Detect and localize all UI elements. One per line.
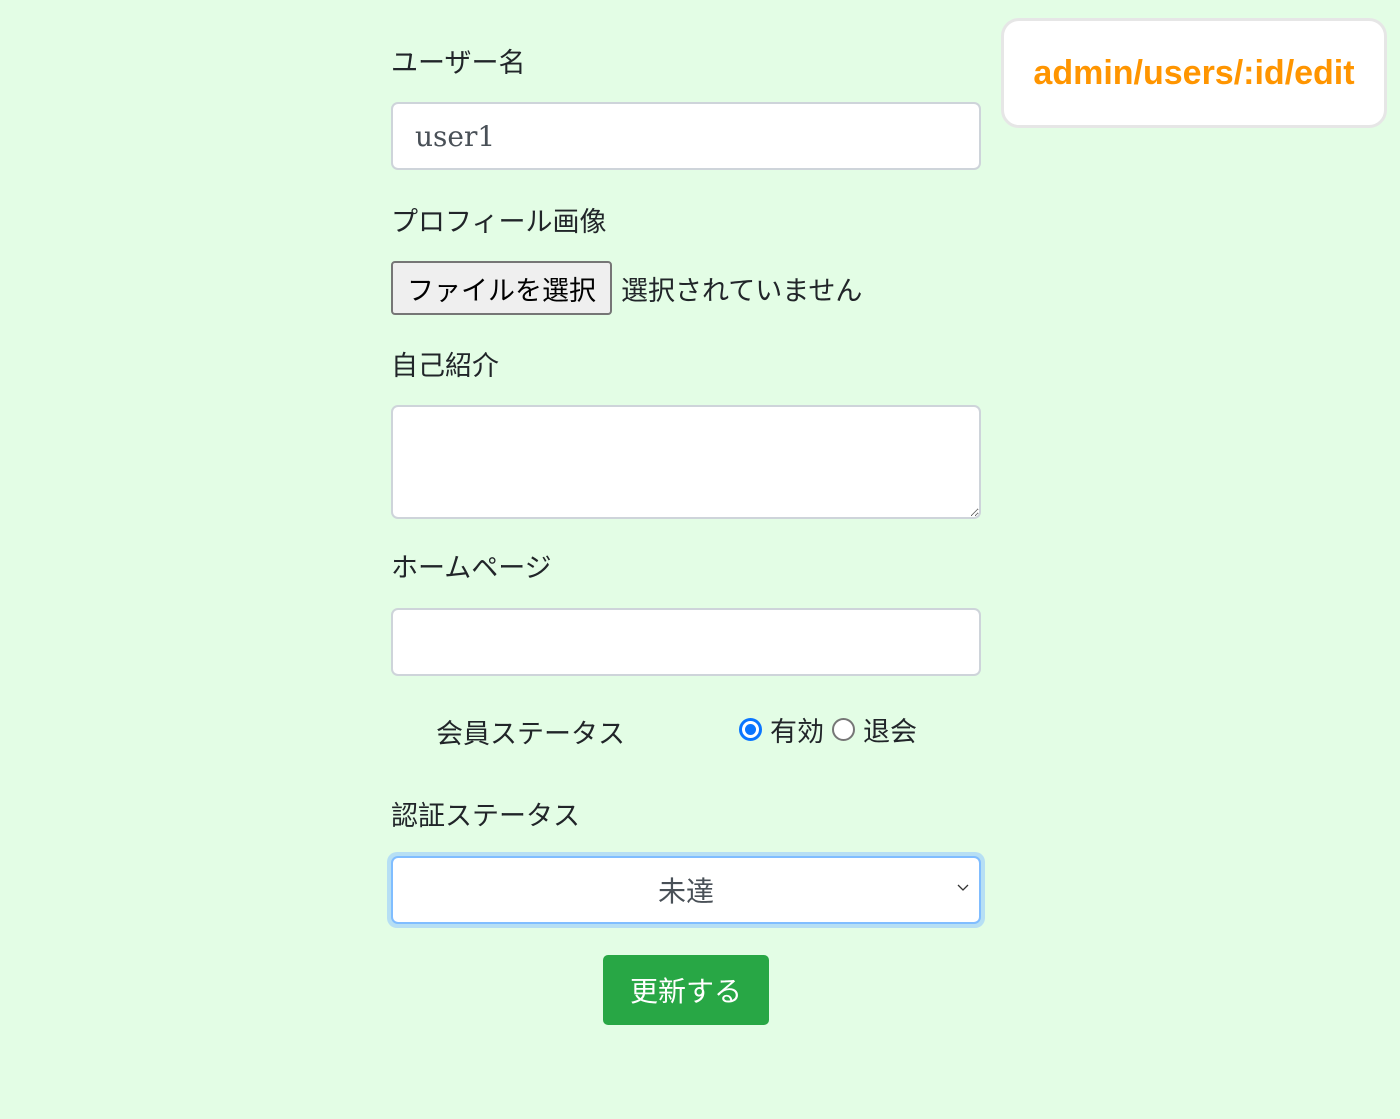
- update-button[interactable]: 更新する: [603, 955, 769, 1025]
- homepage-label: ホームページ: [391, 553, 552, 584]
- chevron-down-icon: [957, 884, 969, 891]
- member-status-row: 会員ステータス 有効 退会: [391, 708, 981, 752]
- radio-active[interactable]: [739, 718, 762, 741]
- radio-withdrawn[interactable]: [832, 718, 855, 741]
- homepage-input[interactable]: [391, 608, 981, 676]
- radio-withdrawn-label[interactable]: 退会: [863, 710, 917, 749]
- introduction-textarea[interactable]: [391, 405, 981, 519]
- profile-image-file-input: ファイルを選択 選択されていません: [391, 261, 862, 315]
- file-status-text: 選択されていません: [621, 275, 863, 307]
- route-badge: admin/users/:id/edit: [1001, 18, 1387, 128]
- username-label: ユーザー名: [391, 48, 526, 79]
- profile-image-label: プロフィール画像: [391, 207, 607, 238]
- auth-status-selected-value: 未達: [657, 875, 714, 908]
- username-input[interactable]: [391, 102, 981, 170]
- route-badge-text: admin/users/:id/edit: [1033, 53, 1355, 92]
- member-status-label: 会員ステータス: [436, 719, 625, 750]
- member-status-radio-group: 有効 退会: [739, 710, 925, 749]
- auth-status-select[interactable]: 未達: [391, 856, 981, 924]
- auth-status-focus-ring: 未達: [387, 852, 985, 928]
- radio-active-label[interactable]: 有効: [770, 710, 824, 749]
- choose-file-button[interactable]: ファイルを選択: [391, 261, 612, 315]
- auth-status-label: 認証ステータス: [391, 801, 580, 832]
- introduction-label: 自己紹介: [391, 351, 499, 382]
